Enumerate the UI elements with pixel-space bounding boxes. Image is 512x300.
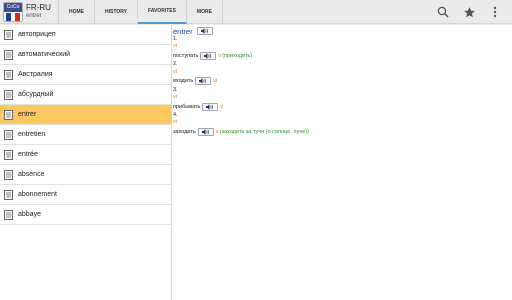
sense-block: 1. vi поступать v (приходить) xyxy=(173,36,512,61)
sense-number: 4. xyxy=(173,112,178,119)
translation: поступать xyxy=(173,52,199,59)
usage-note: (заходить за тучи (о солнце, луне)) xyxy=(219,129,310,136)
list-item[interactable]: entrée xyxy=(0,145,171,165)
part-of-speech: vi xyxy=(173,119,177,126)
document-icon xyxy=(4,149,13,160)
list-item-label: автоприцеп xyxy=(18,31,56,38)
part-of-speech: vi xyxy=(173,68,177,75)
list-item[interactable]: автоприцеп xyxy=(0,25,171,45)
list-item[interactable]: abbaye xyxy=(0,205,171,225)
speaker-icon[interactable] xyxy=(196,27,213,35)
translation-row: прибывать v xyxy=(173,101,512,112)
document-icon xyxy=(4,49,13,60)
sense-block: 4. vi заходить v (заходить за тучи (о со… xyxy=(173,112,512,137)
star-icon[interactable] xyxy=(462,5,476,19)
verb-tag: vi xyxy=(213,78,218,85)
verb-tag: v xyxy=(215,129,219,136)
tab-bar: HOME HISTORY FAVORITES MORE xyxy=(58,0,223,24)
list-item-label: автоматический xyxy=(18,51,71,58)
translation: заходить xyxy=(173,129,196,136)
action-buttons xyxy=(436,4,502,20)
app-title: FR-RU xyxy=(26,3,51,12)
translation-row: поступать v (приходить) xyxy=(173,50,512,61)
document-icon xyxy=(4,209,13,220)
list-item-label: entrée xyxy=(18,151,38,158)
search-icon[interactable] xyxy=(436,5,450,19)
document-icon xyxy=(4,89,13,100)
list-item[interactable]: абсурдный xyxy=(0,85,171,105)
sense-number: 3. xyxy=(173,86,178,93)
verb-tag: v xyxy=(220,103,224,110)
headword: entrer xyxy=(173,26,193,36)
app-logo-brand: CoCo xyxy=(4,3,22,12)
list-item-label: abonnement xyxy=(18,191,57,198)
french-flag-icon xyxy=(6,13,21,21)
list-item-label: entretien xyxy=(18,131,46,138)
document-icon xyxy=(4,29,13,40)
verb-tag: v xyxy=(218,52,222,59)
tab-home[interactable]: HOME xyxy=(58,0,95,24)
usage-note: (приходить) xyxy=(222,52,253,59)
tab-more[interactable]: MORE xyxy=(187,0,223,24)
translation: входить xyxy=(173,78,194,85)
speaker-icon[interactable] xyxy=(197,128,214,137)
entry-panel: entrer 1. vi поступать v (приходить) 2. … xyxy=(172,25,512,300)
list-item[interactable]: absence xyxy=(0,165,171,185)
document-icon xyxy=(4,69,13,80)
list-item[interactable]: Австралия xyxy=(0,65,171,85)
list-item[interactable]: abonnement xyxy=(0,185,171,205)
speaker-icon[interactable] xyxy=(202,102,219,111)
document-icon xyxy=(4,169,13,180)
app-logo-icon[interactable]: CoCo xyxy=(3,2,23,22)
sense-block: 3. vi прибывать v xyxy=(173,87,512,112)
list-item[interactable]: автоматический xyxy=(0,45,171,65)
part-of-speech: vi xyxy=(173,94,177,101)
translation-row: входить vi xyxy=(173,76,512,87)
document-icon xyxy=(4,109,13,120)
translation: прибывать xyxy=(173,103,201,110)
speaker-icon[interactable] xyxy=(200,51,217,60)
list-item-label: absence xyxy=(18,171,45,178)
headword-row: entrer xyxy=(173,26,512,36)
sense-number: 1. xyxy=(173,36,178,42)
action-bar: CoCo FR-RU entrer HOME HISTORY FAVORITES… xyxy=(0,0,512,24)
list-item-label: Австралия xyxy=(18,71,53,78)
list-item-selected[interactable]: entrer xyxy=(0,105,178,125)
list-item[interactable]: entretien xyxy=(0,125,171,145)
list-item-label: абсурдный xyxy=(18,91,54,98)
translation-row: заходить v (заходить за тучи (о солнце, … xyxy=(173,127,512,138)
sense-number: 2. xyxy=(173,61,178,68)
document-icon xyxy=(4,189,13,200)
sense-block: 2. vi входить vi xyxy=(173,61,512,86)
list-item-label: abbaye xyxy=(18,211,41,218)
part-of-speech: vi xyxy=(173,43,177,50)
document-icon xyxy=(4,129,13,140)
speaker-icon[interactable] xyxy=(195,77,212,86)
tab-favorites[interactable]: FAVORITES xyxy=(137,0,187,24)
word-list: автоприцеп автоматический Австралия абсу… xyxy=(0,25,178,300)
app-subtitle: entrer xyxy=(26,13,42,19)
list-item-label: entrer xyxy=(18,111,37,118)
flag-stripe-red xyxy=(15,13,21,21)
tab-history[interactable]: HISTORY xyxy=(95,0,138,24)
overflow-menu-icon[interactable] xyxy=(488,5,502,19)
